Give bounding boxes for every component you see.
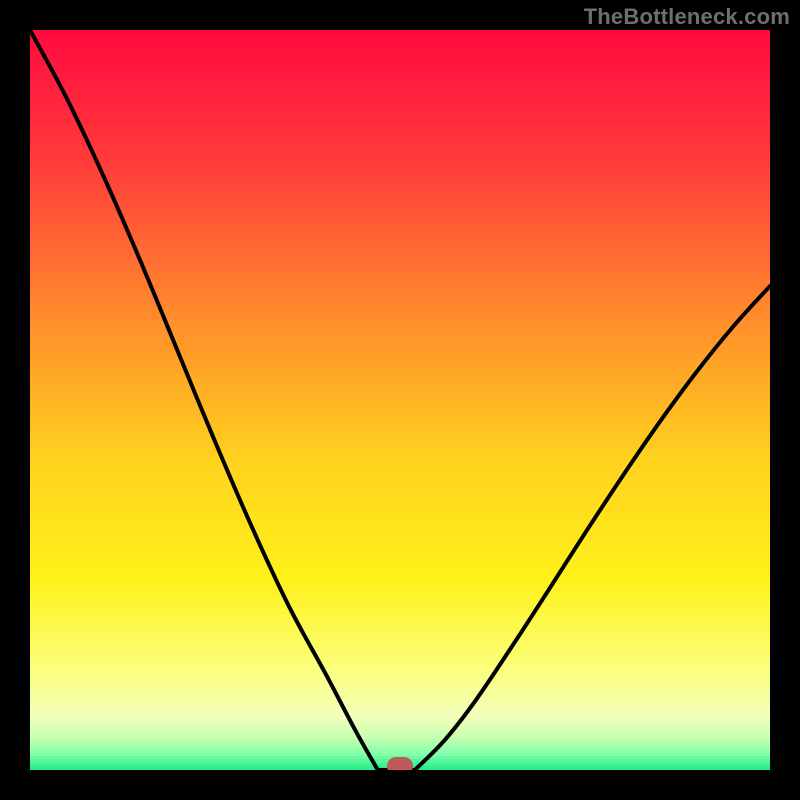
gradient-background bbox=[30, 30, 770, 770]
plot-area bbox=[30, 30, 770, 770]
watermark-text: TheBottleneck.com bbox=[584, 4, 790, 30]
chart-frame: TheBottleneck.com bbox=[0, 0, 800, 800]
